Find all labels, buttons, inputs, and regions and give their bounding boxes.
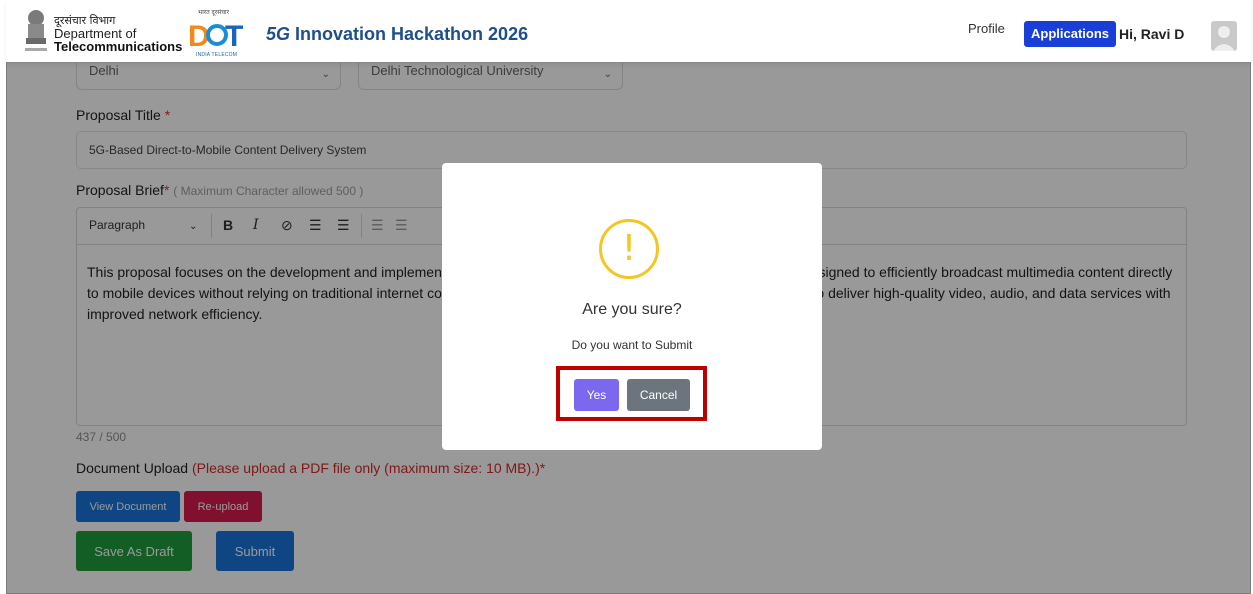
dialog-title: Are you sure? — [582, 301, 682, 318]
nav-profile-link[interactable]: Profile — [968, 21, 1005, 36]
yes-button[interactable]: Yes — [574, 379, 619, 411]
confirm-dialog: ! Are you sure? Do you want to Submit Ye… — [442, 163, 822, 450]
nav-applications-link[interactable]: Applications — [1024, 21, 1117, 47]
avatar-icon[interactable] — [1211, 21, 1237, 51]
dot-logo-icon: भारत दूरसंचार D T INDIA TELECOM — [188, 9, 244, 58]
department-name: दूरसंचार विभाग Department of Telecommuni… — [54, 14, 183, 54]
dialog-text: Do you want to Submit — [571, 338, 693, 352]
user-greeting: Hi, Ravi D — [1119, 26, 1185, 42]
svg-text:T: T — [225, 20, 243, 53]
cancel-button[interactable]: Cancel — [627, 379, 690, 411]
emblem-icon — [25, 10, 47, 51]
site-header: दूरसंचार विभाग Department of Telecommuni… — [6, 0, 1251, 63]
warning-icon: ! — [599, 219, 659, 279]
hackathon-title: 5G Innovation Hackathon 2026 — [266, 24, 529, 44]
